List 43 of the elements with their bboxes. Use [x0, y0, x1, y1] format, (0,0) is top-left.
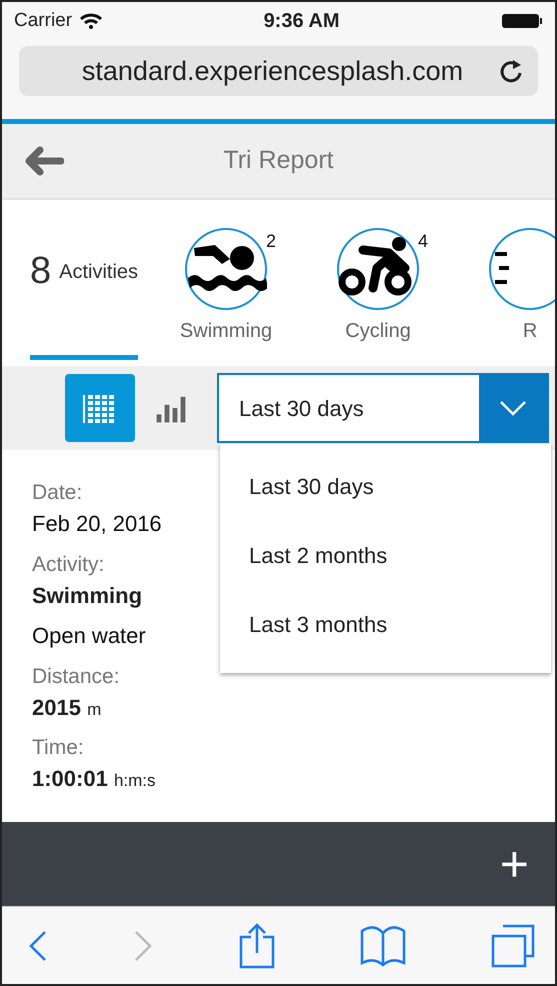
dropdown-option[interactable]: Last 3 months	[220, 590, 551, 659]
calendar-view-button[interactable]	[65, 374, 135, 442]
back-arrow-icon	[24, 146, 64, 176]
share-button[interactable]	[238, 922, 274, 968]
reload-icon[interactable]	[498, 57, 524, 85]
running-icon	[489, 228, 555, 310]
field-value: Open water	[32, 623, 146, 650]
wifi-icon	[80, 13, 102, 29]
activity-tab[interactable]: R	[470, 228, 555, 346]
count-label: 4	[418, 230, 428, 253]
field-label: Distance:	[32, 664, 120, 689]
back-button[interactable]	[24, 146, 64, 176]
carrier-name: Carrier	[14, 8, 72, 33]
field-label: Time:	[32, 735, 84, 760]
count-label: 2	[266, 230, 276, 253]
activities-tab[interactable]: 8 Activities	[30, 228, 138, 360]
field-label: Date:	[32, 480, 82, 506]
back-button[interactable]	[28, 930, 48, 962]
dropdown-option[interactable]: Last 2 months	[220, 521, 551, 590]
field-value: 1:00:01 h:m:s	[32, 766, 156, 793]
forward-chevron-icon	[133, 930, 154, 962]
tabs-icon	[491, 924, 535, 968]
tabs-button[interactable]	[491, 924, 535, 968]
cycling-icon	[337, 228, 420, 310]
field-value: 2015 m	[32, 694, 102, 722]
activity-tab[interactable]: 2 Swimming	[166, 228, 286, 346]
back-chevron-icon	[28, 930, 48, 962]
dropdown-option[interactable]: Last 30 days	[220, 452, 551, 521]
activity-tab[interactable]: 4 Cycling	[318, 228, 438, 346]
period-dropdown[interactable]: Last 30 days	[217, 373, 549, 443]
add-button[interactable]: +	[494, 838, 535, 890]
field-value: Swimming	[32, 582, 142, 610]
book-icon	[360, 924, 406, 966]
page-title: Tri Report	[223, 145, 334, 176]
field-value: Feb 20, 2016	[32, 511, 162, 538]
bookmarks-button[interactable]	[360, 924, 406, 966]
chevron-down-icon	[499, 400, 527, 416]
swimming-icon	[185, 228, 268, 310]
field-label: Activity:	[32, 552, 104, 577]
battery-icon	[501, 13, 544, 29]
url-field[interactable]: standard.experiencesplash.com	[19, 46, 538, 96]
share-icon	[238, 922, 274, 968]
status-time: 9:36 AM	[264, 9, 340, 34]
